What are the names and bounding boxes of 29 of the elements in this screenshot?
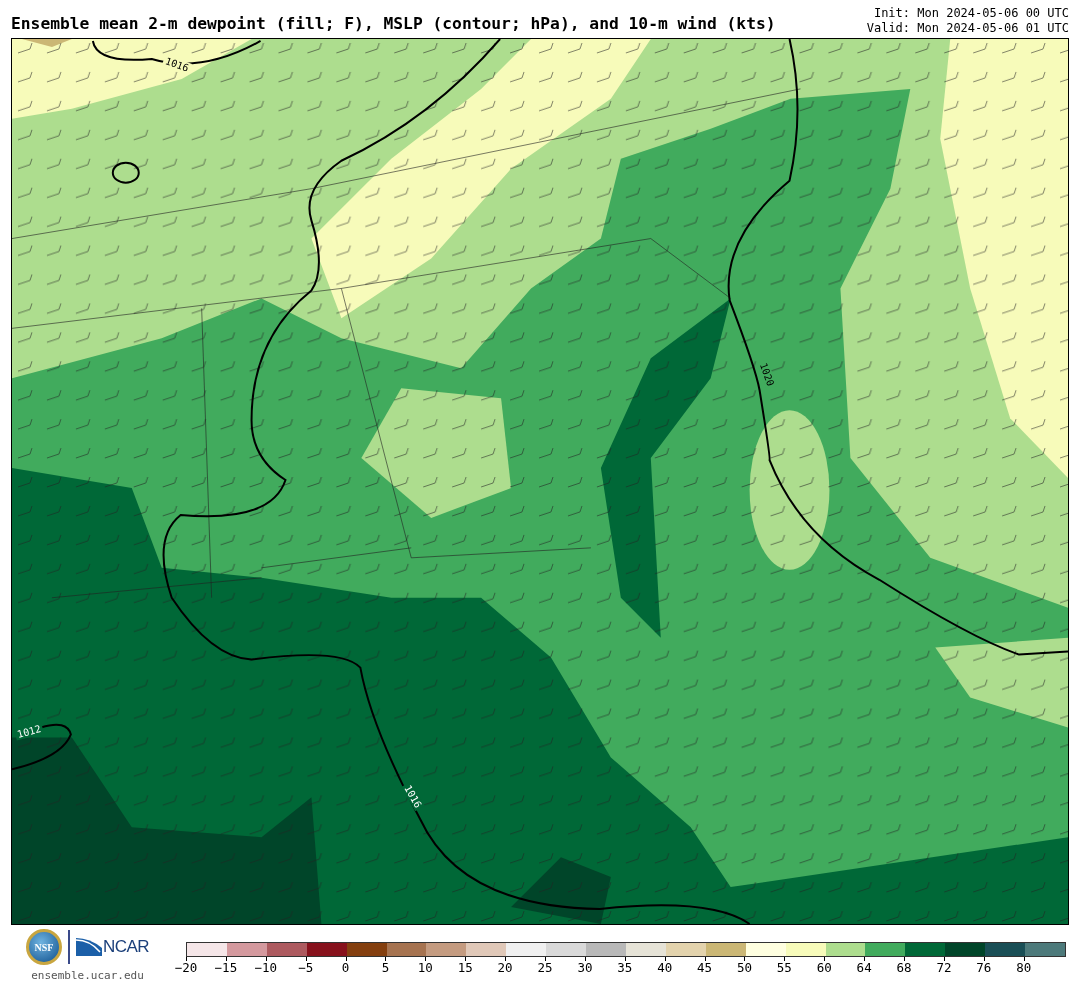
ncar-logo: NCAR <box>102 937 150 957</box>
nsf-logo: NSF <box>25 929 62 965</box>
tick-label: 25 <box>536 961 554 975</box>
tick-label: −10 <box>253 961 279 975</box>
tick-label: 64 <box>855 961 873 975</box>
tick-label: −15 <box>213 961 239 975</box>
tick-label: 55 <box>775 961 793 975</box>
site-url: ensemble.ucar.edu <box>31 969 144 982</box>
tick-label: 10 <box>416 961 434 975</box>
tick-label: 50 <box>735 961 753 975</box>
tick-label: 40 <box>656 961 674 975</box>
tick-label: 35 <box>616 961 634 975</box>
tick-label: 5 <box>380 961 391 975</box>
tick-label: 72 <box>935 961 953 975</box>
tick-label: 30 <box>576 961 594 975</box>
tick-label: 76 <box>975 961 993 975</box>
init-time: Init: Mon 2024-05-06 00 UTC <box>873 6 1069 21</box>
tick-label: 60 <box>815 961 833 975</box>
tick-label: 20 <box>496 961 514 975</box>
valid-time: Valid: Mon 2024-05-06 01 UTC <box>866 21 1069 36</box>
tick-label: 0 <box>340 961 351 975</box>
tick-label: −20 <box>173 961 199 975</box>
tick-label: 68 <box>895 961 913 975</box>
tick-label: 45 <box>696 961 714 975</box>
chart-title: Ensemble mean 2-m dewpoint (fill; F), MSLP (contour; hPa), and 10-m wind (kts) <box>11 14 776 35</box>
tick-label: 15 <box>456 961 474 975</box>
tick-label: 80 <box>1015 961 1033 975</box>
tick-label: −5 <box>297 961 315 975</box>
swoosh-icon <box>75 938 102 956</box>
